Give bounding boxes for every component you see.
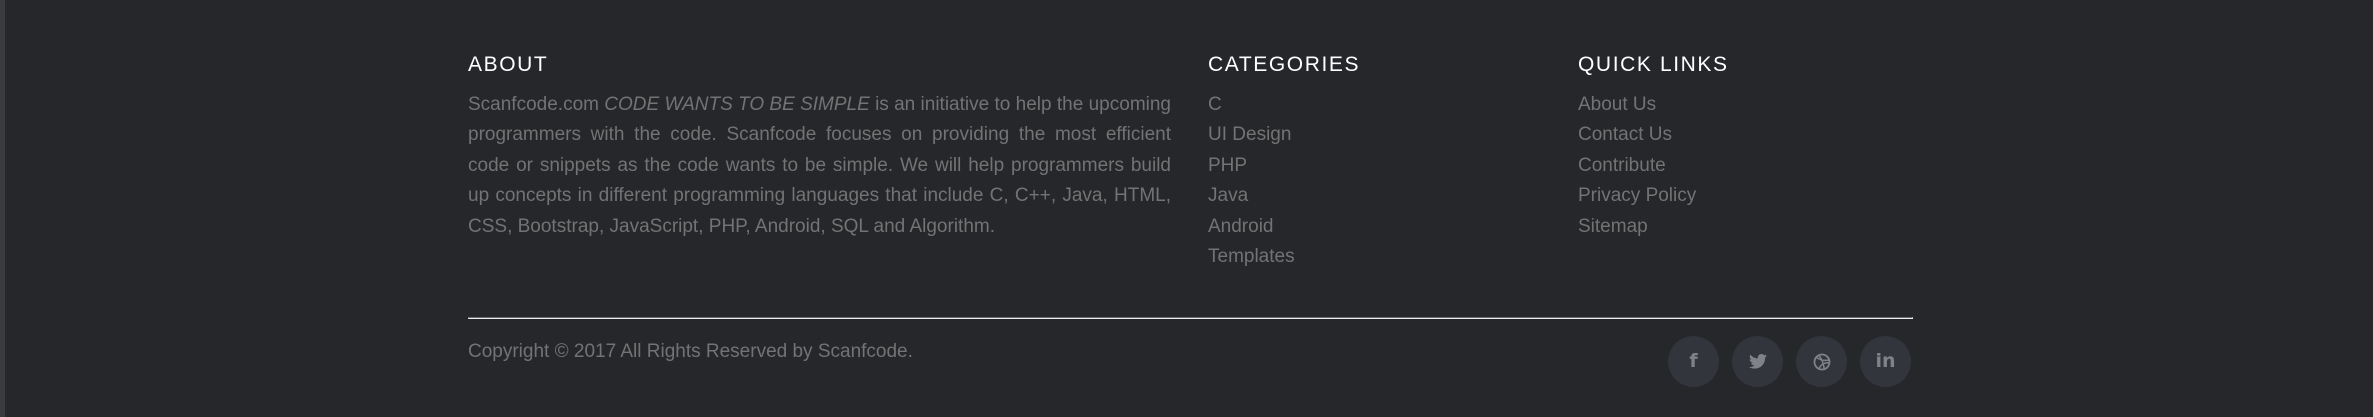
site-footer: ABOUT Scanfcode.com CODE WANTS TO BE SIM… [0,0,2373,417]
category-link-ui-design[interactable]: UI Design [1208,124,1291,145]
facebook-button[interactable]: f [1668,336,1719,387]
twitter-button[interactable] [1732,336,1783,387]
quick-link-item: Contact Us [1578,120,1696,150]
linkedin-icon: in [1875,350,1896,372]
category-item: Android [1208,212,1295,242]
quick-link-item: Privacy Policy [1578,181,1696,211]
category-item: C [1208,90,1295,120]
category-item: Java [1208,181,1295,211]
about-text-rest: is an initiative to help the upcoming pr… [468,94,1171,237]
copyright-text: Copyright © 2017 All Rights Reserved by … [468,341,913,362]
quick-link-item: Contribute [1578,151,1696,181]
dribbble-button[interactable] [1796,336,1847,387]
category-link-templates[interactable]: Templates [1208,246,1295,267]
quick-link-sitemap[interactable]: Sitemap [1578,216,1648,237]
category-link-java[interactable]: Java [1208,185,1248,206]
quick-link-contribute[interactable]: Contribute [1578,155,1666,176]
linkedin-button[interactable]: in [1860,336,1911,387]
quick-links-list: About Us Contact Us Contribute Privacy P… [1578,90,1696,242]
about-tagline: CODE WANTS TO BE SIMPLE [604,94,870,115]
quick-links-heading: QUICK LINKS [1578,53,1729,76]
about-text-start: Scanfcode.com [468,94,605,115]
category-item: Templates [1208,242,1295,272]
quick-link-contact-us[interactable]: Contact Us [1578,124,1672,145]
twitter-icon [1748,354,1767,369]
quick-link-about-us[interactable]: About Us [1578,94,1656,115]
categories-heading: CATEGORIES [1208,53,1361,76]
dribbble-icon [1813,353,1830,370]
quick-link-privacy-policy[interactable]: Privacy Policy [1578,185,1696,206]
about-heading: ABOUT [468,53,549,76]
categories-list: C UI Design PHP Java Android Templates [1208,90,1295,272]
category-link-android[interactable]: Android [1208,216,1274,237]
about-text: Scanfcode.com CODE WANTS TO BE SIMPLE is… [468,90,1171,242]
category-link-php[interactable]: PHP [1208,155,1247,176]
footer-divider [468,317,1913,319]
quick-link-item: About Us [1578,90,1696,120]
category-item: UI Design [1208,120,1295,150]
facebook-icon: f [1689,350,1698,372]
category-item: PHP [1208,151,1295,181]
quick-link-item: Sitemap [1578,212,1696,242]
category-link-c[interactable]: C [1208,94,1222,115]
